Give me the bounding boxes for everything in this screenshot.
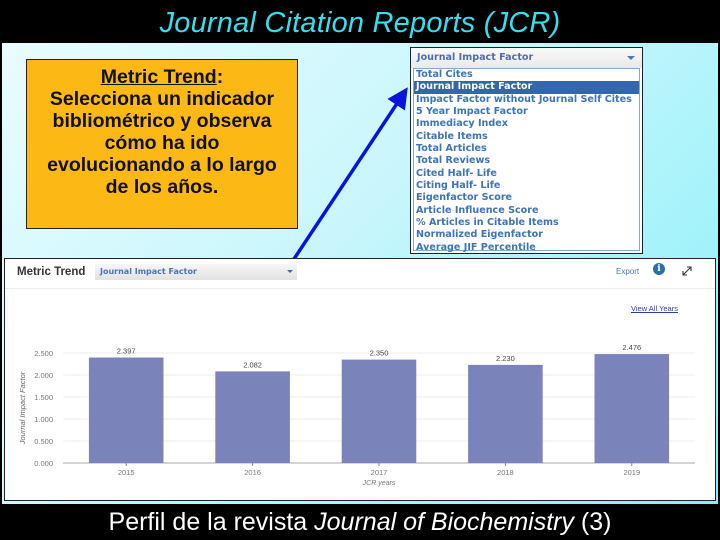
caption-prefix: Perfil de la revista — [108, 508, 315, 536]
bar-value-label: 2.230 — [496, 354, 515, 363]
metric-option[interactable]: Citing Half- Life — [414, 180, 639, 192]
metric-option[interactable]: Citable Items — [414, 131, 639, 143]
bar — [215, 371, 290, 463]
callout-line: Selecciona un indicador — [49, 88, 275, 110]
callout-line: cómo ha ido — [104, 132, 220, 154]
metric-option[interactable]: Average JIF Percentile — [414, 242, 639, 254]
callout-line: de los años. — [105, 176, 219, 198]
bar-value-label: 2.476 — [622, 343, 641, 352]
x-axis-label: JCR years — [362, 480, 396, 487]
bar — [341, 359, 417, 463]
slide-caption: Perfil de la revista Journal of Biochemi… — [0, 504, 720, 540]
x-tick-label: 2018 — [497, 468, 514, 477]
slide-title: Journal Citation Reports (JCR) — [159, 7, 561, 39]
y-tick-label: 1.500 — [34, 393, 53, 402]
y-tick-label: 1.000 — [34, 415, 53, 424]
metric-option[interactable]: Impact Factor without Journal Self Cites — [414, 94, 639, 106]
metric-trend-panel: Metric Trend Journal Impact Factor Expor… — [4, 258, 716, 501]
metric-dropdown-header[interactable]: Journal Impact Factor — [411, 48, 642, 68]
bar — [594, 354, 670, 463]
y-axis-label: Journal Impact Factor — [18, 371, 27, 445]
bar-value-label: 2.082 — [243, 360, 262, 369]
y-tick-label: 2.500 — [34, 349, 53, 358]
callout-heading: Metric Trend — [100, 66, 217, 88]
slide-title-bar: Journal Citation Reports (JCR) — [0, 0, 720, 44]
bar — [468, 364, 543, 463]
metric-option[interactable]: % Articles in Citable Items — [414, 217, 639, 229]
caption-suffix: (3) — [573, 508, 612, 536]
metric-option[interactable]: Eigenfactor Score — [414, 192, 639, 204]
metric-option[interactable]: Cited Half- Life — [414, 168, 639, 180]
metric-dropdown-selected: Journal Impact Factor — [417, 52, 534, 63]
slide: Journal Citation Reports (JCR) Metric Tr… — [0, 0, 720, 540]
metric-option[interactable]: Total Reviews — [414, 155, 639, 167]
metric-option[interactable]: Total Articles — [414, 143, 639, 155]
metric-option[interactable]: Total Cites — [414, 69, 639, 81]
impact-factor-bar-chart: 0.000 0.500 1.000 1.500 2.000 2.500 Journal Im… — [18, 343, 695, 487]
x-tick-label: 2016 — [244, 468, 261, 477]
chevron-down-icon[interactable] — [627, 56, 635, 60]
callout-line: bibliométrico y observa — [52, 110, 272, 132]
callout-line: evolucionando a lo largo — [47, 154, 277, 176]
y-tick-label: 0.500 — [34, 437, 53, 446]
y-tick-label: 2.000 — [34, 371, 53, 380]
x-tick-label: 2015 — [118, 468, 135, 477]
metric-option[interactable]: 5 Year Impact Factor — [414, 106, 639, 118]
callout-heading-colon: : — [216, 66, 224, 88]
metric-option[interactable]: Journal Impact Factor — [414, 81, 639, 94]
metric-option[interactable]: Normalized Eigenfactor — [414, 229, 639, 241]
x-tick-label: 2017 — [371, 468, 388, 477]
x-tick-label: 2019 — [623, 468, 640, 477]
metric-option[interactable]: Immediacy Index — [414, 118, 639, 130]
metric-options-list: Total Cites Journal Impact Factor Impact F… — [413, 68, 640, 254]
bar — [88, 357, 164, 463]
instruction-callout: Metric Trend: Selecciona un indicador bi… — [26, 59, 298, 229]
metric-dropdown-expanded[interactable]: Journal Impact Factor Total Cites Journal… — [410, 47, 643, 254]
bar-value-label: 2.350 — [370, 349, 389, 358]
caption-journal-name: Journal of Biochemistry — [314, 508, 574, 536]
bar-value-label: 2.397 — [117, 347, 136, 356]
metric-option[interactable]: Article Influence Score — [414, 205, 639, 217]
y-tick-label: 0.000 — [34, 459, 53, 468]
